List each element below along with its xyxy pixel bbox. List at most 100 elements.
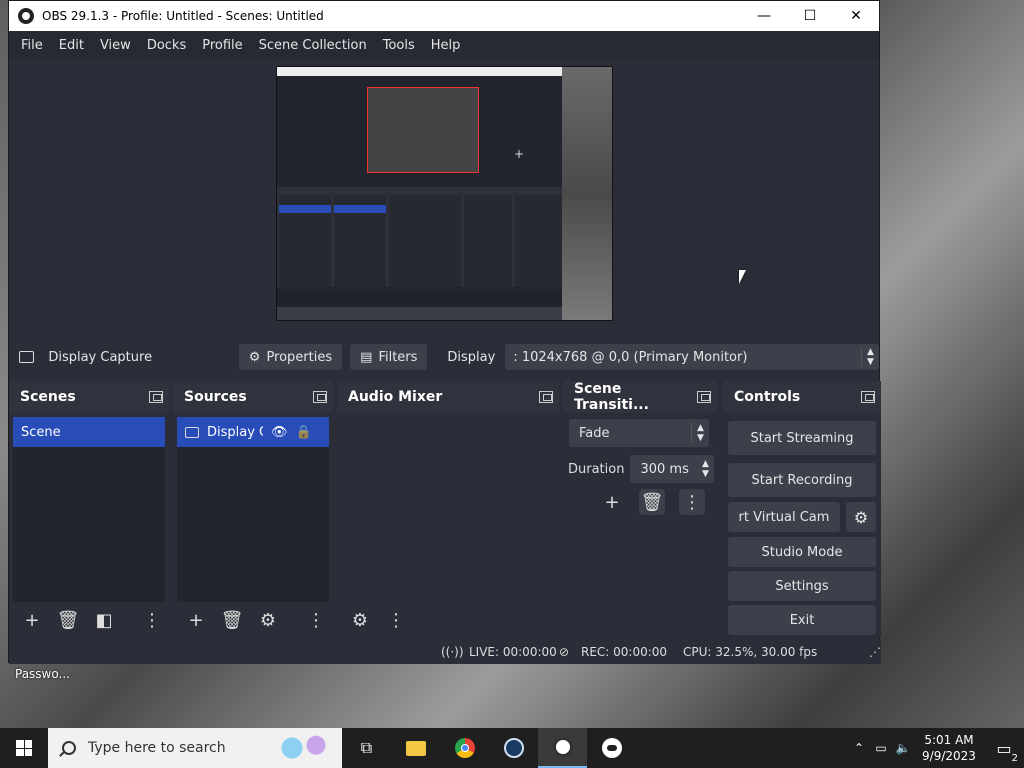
sources-list[interactable]: Display Ca 👁 🔒 [177, 417, 329, 602]
studio-mode-button[interactable]: Studio Mode [728, 537, 876, 567]
scene-filter-icon[interactable]: ◧ [91, 607, 117, 633]
audio-mixer-title: Audio Mixer [348, 389, 443, 405]
sources-dock: Sources Display Ca 👁 🔒 + 🗑 ⚙ ⋮ [173, 381, 333, 638]
menu-docks[interactable]: Docks [139, 38, 194, 53]
more-icon[interactable]: ⋮ [679, 489, 705, 515]
file-explorer-button[interactable] [391, 728, 440, 768]
start-button[interactable] [0, 728, 48, 768]
chevron-updown-icon: ▲ ▼ [861, 347, 879, 367]
steam-button[interactable] [489, 728, 538, 768]
search-highlight-icon [274, 734, 334, 762]
undock-icon[interactable] [149, 391, 163, 403]
filter-icon: ▤ [360, 349, 373, 365]
undock-icon[interactable] [539, 391, 553, 403]
gear-icon: ⚙ [853, 507, 869, 527]
chevron-updown-icon: ▲ ▼ [691, 423, 709, 443]
display-label: Display [447, 349, 496, 365]
transition-select[interactable]: Fade ▲ ▼ [569, 419, 709, 447]
list-item[interactable]: Scene [13, 417, 165, 447]
scenes-dock: Scenes Scene + 🗑 ◧ ⋮ [9, 381, 169, 638]
taskbar-search[interactable]: Type here to search [48, 728, 342, 768]
network-icon[interactable]: ▭ [870, 741, 892, 755]
chrome-button[interactable] [440, 728, 489, 768]
more-icon[interactable]: ⋮ [303, 607, 329, 633]
notification-button[interactable]: ▭ 2 [984, 738, 1024, 764]
menu-help[interactable]: Help [423, 38, 469, 53]
start-streaming-button[interactable]: Start Streaming [728, 421, 876, 455]
crosshair-icon: + [514, 147, 525, 161]
transitions-title: Scene Transiti... [574, 381, 649, 413]
selected-source-name: Display Capture [48, 349, 153, 365]
stepper-icon[interactable]: ▲ ▼ [696, 459, 714, 479]
menu-bar: File Edit View Docks Profile Scene Colle… [9, 31, 879, 59]
add-icon[interactable]: + [599, 489, 625, 515]
undock-icon[interactable] [861, 391, 875, 403]
display-select[interactable]: : 1024x768 @ 0,0 (Primary Monitor) ▲ ▼ [505, 344, 879, 370]
more-icon[interactable]: ⋮ [139, 607, 165, 633]
volume-muted-icon[interactable]: 🔈 [892, 741, 914, 755]
preview-area[interactable]: + [9, 60, 879, 335]
audio-mixer-body [341, 417, 555, 602]
title-bar: OBS 29.1.3 - Profile: Untitled - Scenes:… [9, 1, 879, 31]
taskbar: Type here to search ⧉ ⌃ ▭ 🔈 5:01 AM 9/9/… [0, 728, 1024, 768]
resize-grip-icon[interactable]: ⋰ [869, 645, 881, 659]
add-icon[interactable]: + [183, 607, 209, 633]
properties-button[interactable]: ⚙ Properties [238, 344, 343, 370]
obs-taskbar-button[interactable] [538, 728, 587, 768]
advanced-audio-icon[interactable]: ⚙ [347, 607, 373, 633]
chevron-up-icon[interactable]: ⌃ [848, 741, 870, 755]
search-icon [62, 741, 76, 755]
live-status: LIVE: 00:00:00 [469, 645, 557, 659]
gear-icon[interactable]: ⚙ [255, 607, 281, 633]
settings-button[interactable]: Settings [728, 571, 876, 601]
more-icon[interactable]: ⋮ [383, 607, 409, 633]
monitor-icon [19, 351, 35, 363]
scenes-list[interactable]: Scene [13, 417, 165, 602]
notification-icon: ▭ [996, 738, 1012, 758]
desktop-icon-label[interactable]: Passwo... [15, 667, 70, 681]
folder-icon [405, 740, 426, 756]
eye-icon[interactable]: 👁 [271, 425, 288, 440]
list-item[interactable]: Display Ca 👁 🔒 [177, 417, 329, 447]
monitor-icon [185, 426, 199, 438]
filters-button[interactable]: ▤ Filters [350, 344, 428, 370]
menu-view[interactable]: View [92, 38, 139, 53]
obs-icon [552, 737, 573, 757]
trash-icon[interactable]: 🗑 [55, 607, 81, 633]
sources-title: Sources [184, 389, 247, 405]
start-recording-button[interactable]: Start Recording [728, 463, 876, 497]
undock-icon[interactable] [697, 391, 711, 403]
obs-logo-icon [18, 8, 34, 24]
minimize-button[interactable]: — [741, 1, 787, 31]
close-button[interactable]: ✕ [833, 1, 879, 31]
duration-label: Duration [568, 461, 625, 477]
duration-stepper[interactable]: 300 ms ▲ ▼ [630, 455, 715, 483]
trash-icon[interactable]: 🗑 [639, 489, 665, 515]
task-view-button[interactable]: ⧉ [342, 728, 391, 768]
add-icon[interactable]: + [19, 607, 45, 633]
virtual-cam-settings-button[interactable]: ⚙ [846, 502, 876, 532]
nested-obs-capture [277, 67, 567, 307]
app-button[interactable] [587, 728, 636, 768]
menu-profile[interactable]: Profile [194, 38, 250, 53]
status-bar: ((·)) LIVE: 00:00:00 ⊘ REC: 00:00:00 CPU… [9, 640, 881, 664]
exit-button[interactable]: Exit [728, 605, 876, 635]
search-placeholder: Type here to search [88, 740, 226, 756]
clock[interactable]: 5:01 AM 9/9/2023 [914, 732, 984, 764]
maximize-button[interactable]: ☐ [787, 1, 833, 31]
system-tray: ⌃ ▭ 🔈 5:01 AM 9/9/2023 ▭ 2 [848, 732, 1024, 764]
scenes-title: Scenes [20, 389, 76, 405]
broadcast-icon: ((·)) [441, 645, 464, 659]
chrome-icon [454, 738, 475, 758]
undock-icon[interactable] [313, 391, 327, 403]
trash-icon[interactable]: 🗑 [219, 607, 245, 633]
cursor-icon [739, 270, 753, 284]
menu-file[interactable]: File [13, 38, 51, 53]
menu-scene-collection[interactable]: Scene Collection [251, 38, 375, 53]
start-virtual-cam-button[interactable]: rt Virtual Cam [728, 502, 840, 532]
lock-icon[interactable]: 🔒 [296, 425, 312, 440]
menu-edit[interactable]: Edit [51, 38, 92, 53]
menu-tools[interactable]: Tools [375, 38, 423, 53]
docks-area: Scenes Scene + 🗑 ◧ ⋮ Sources Display Ca … [9, 381, 881, 638]
preview-capture[interactable]: + [276, 66, 613, 321]
